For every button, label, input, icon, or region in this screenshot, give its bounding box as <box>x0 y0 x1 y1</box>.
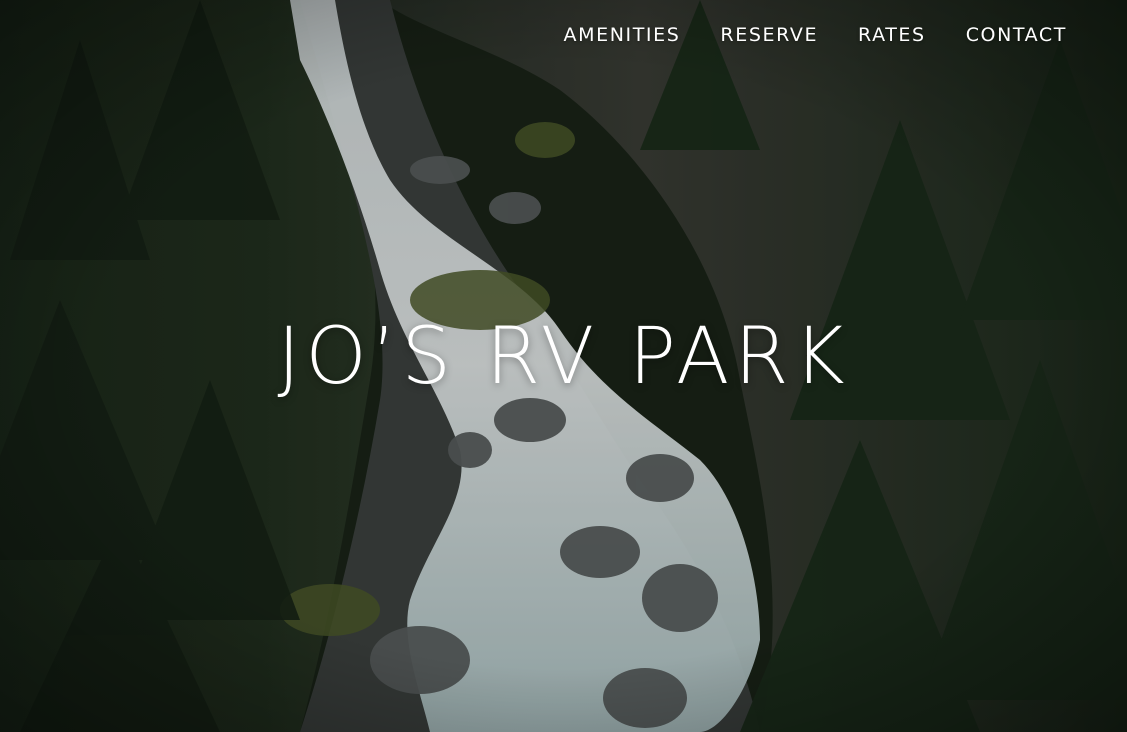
nav-link-contact[interactable]: CONTACT <box>966 24 1067 46</box>
nav-link-rates[interactable]: RATES <box>858 24 926 46</box>
hero-section: AMENITIES RESERVE RATES CONTACT JO’S RV … <box>0 0 1127 732</box>
site-title: JO’S RV PARK <box>277 312 850 402</box>
nav-link-reserve[interactable]: RESERVE <box>720 24 818 46</box>
main-navigation: AMENITIES RESERVE RATES CONTACT <box>564 24 1067 46</box>
nav-link-amenities[interactable]: AMENITIES <box>564 24 681 46</box>
